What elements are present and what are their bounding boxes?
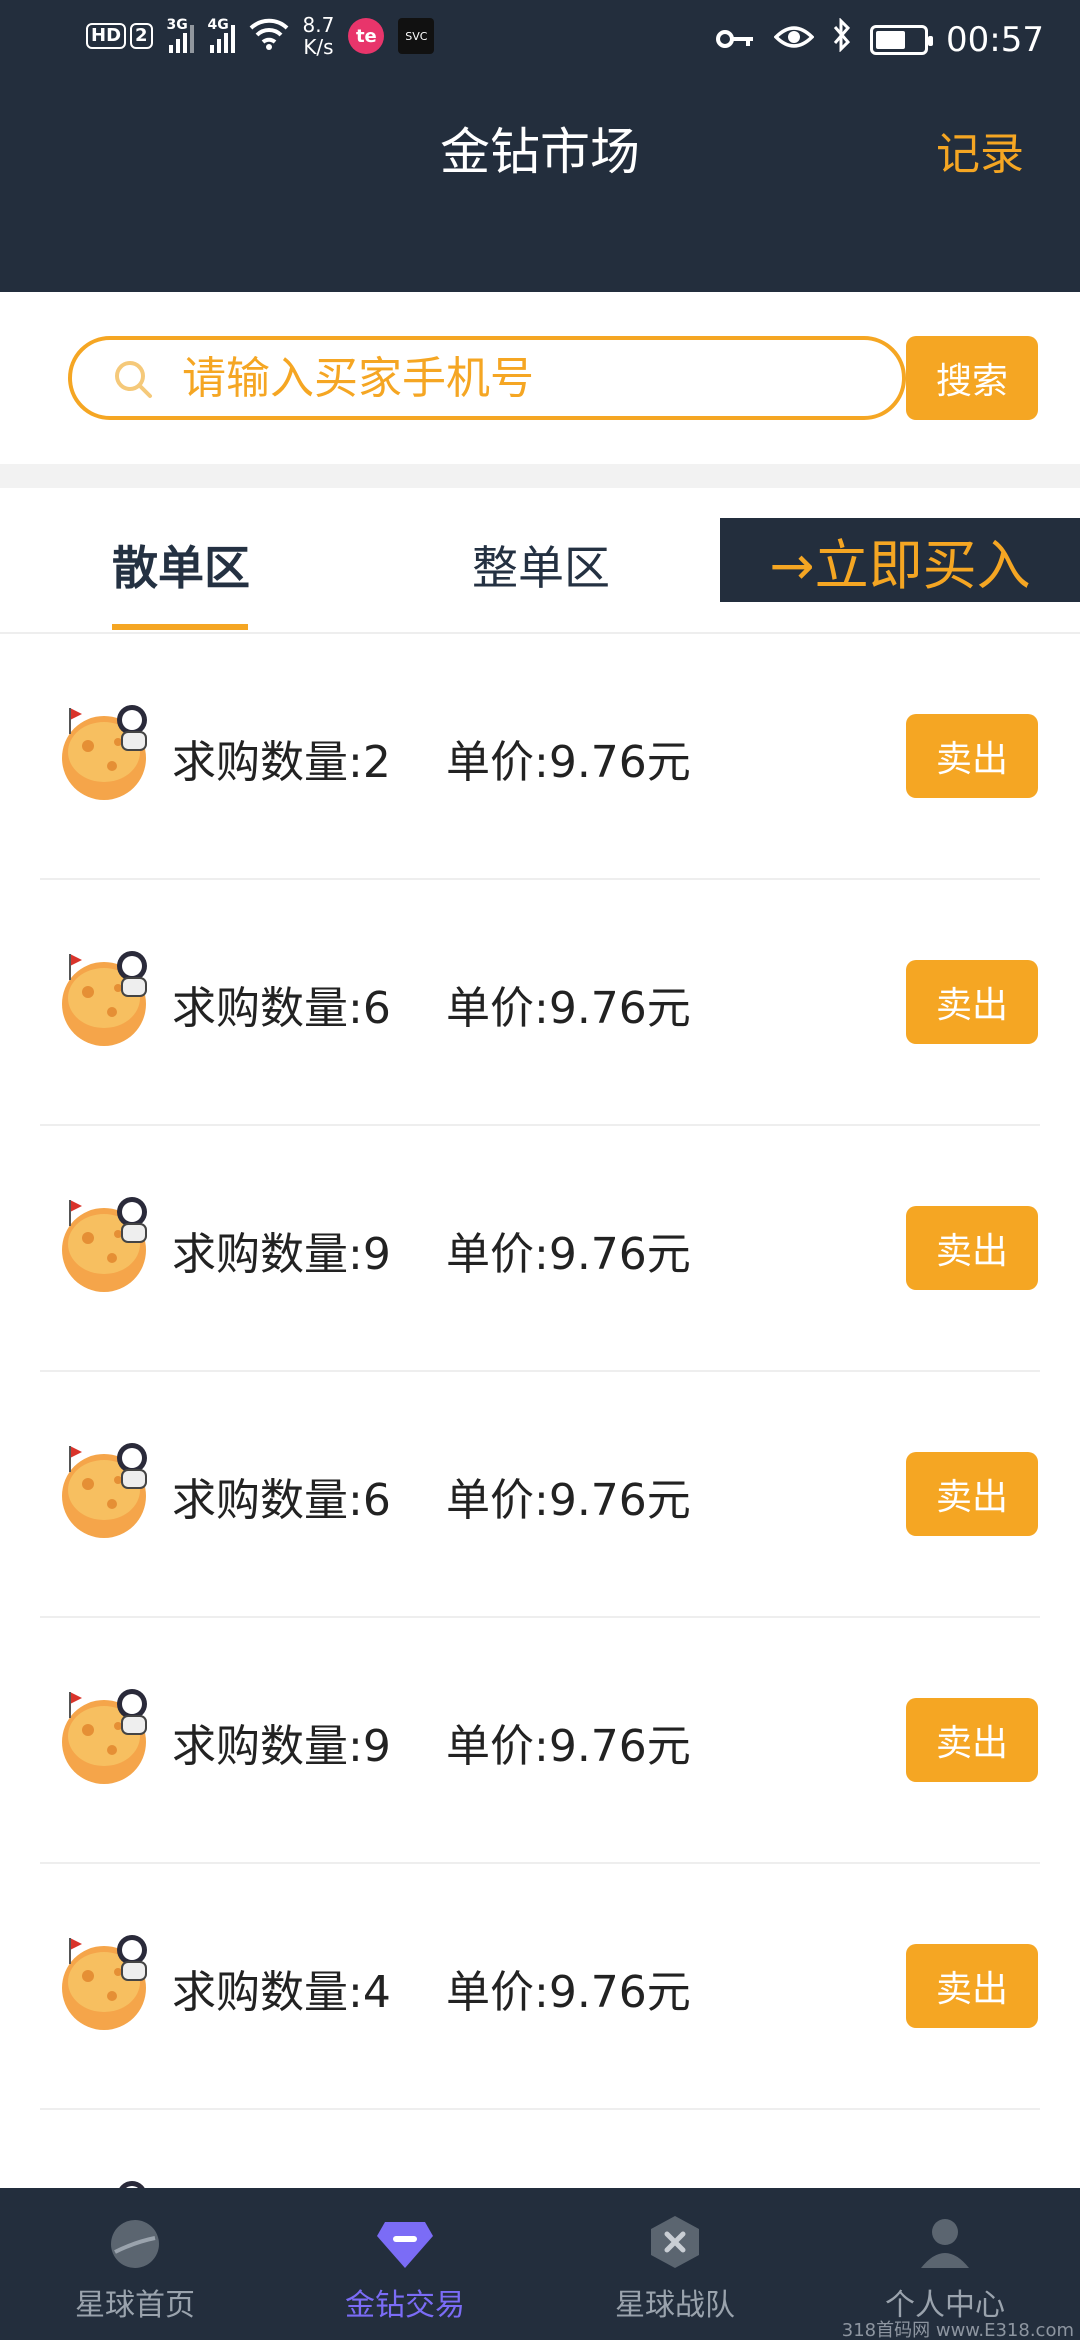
record-link[interactable]: 记录 <box>936 118 1024 182</box>
astronaut-moon-icon <box>54 694 164 804</box>
status-bar: HD 2 3G 4G 8.7 K/s te SVC 00:57 <box>0 0 1080 80</box>
section-gap <box>0 464 1080 488</box>
sim-badge: 2 <box>130 23 153 49</box>
market-page: HD 2 3G 4G 8.7 K/s te SVC 00:57 金钻市场 记录 … <box>0 0 1080 2340</box>
sell-button[interactable]: 卖出 <box>906 1944 1038 2028</box>
buy-now-button[interactable]: →立即买入 <box>720 518 1080 602</box>
astronaut-moon-icon <box>54 940 164 1050</box>
svc-app-icon: SVC <box>398 18 435 54</box>
key-icon <box>716 20 756 60</box>
nav-diamond-trade[interactable]: 金钻交易 <box>270 2188 540 2340</box>
astronaut-moon-icon <box>54 2170 164 2188</box>
unit-price: 单价:9.76元 <box>446 1229 691 1280</box>
watermark: 318首码网 www.E318.com <box>841 2320 1074 2340</box>
buy-quantity: 求购数量:9 <box>172 1721 391 1772</box>
nav-planet-team[interactable]: 星球战队 <box>540 2188 810 2340</box>
status-left: HD 2 3G 4G 8.7 K/s te SVC <box>86 14 435 58</box>
signal-4g-icon: 4G <box>207 17 235 53</box>
sell-button[interactable]: 卖出 <box>906 1698 1038 1782</box>
nav-planet-home[interactable]: 星球首页 <box>0 2188 270 2340</box>
buy-quantity: 求购数量:4 <box>172 1967 391 2018</box>
astronaut-moon-icon <box>54 1186 164 1296</box>
order-row: 求购数量:6 单价:9.76元 卖出 <box>0 880 1080 1126</box>
nav-label: 金钻交易 <box>345 2288 465 2323</box>
buy-quantity: 求购数量:6 <box>172 1475 391 1526</box>
tab-bulk-orders[interactable]: 整单区 <box>472 532 610 598</box>
bottom-nav: 星球首页 金钻交易 星球战队 个人中心 318首码网 www.E318.com <box>0 2188 1080 2340</box>
sell-button[interactable]: 卖出 <box>906 1452 1038 1536</box>
net-speed-value: 8.7 <box>302 13 335 37</box>
status-right: 00:57 <box>716 17 1044 61</box>
signal-3g-label: 3G <box>166 17 188 33</box>
buy-quantity: 求购数量:9 <box>172 1229 391 1280</box>
search-bar: 搜索 <box>0 292 1080 464</box>
hd-badge: HD <box>86 23 127 49</box>
astronaut-moon-icon <box>54 1924 164 2034</box>
te-app-icon: te <box>348 18 385 54</box>
net-speed-unit: K/s <box>303 35 334 59</box>
unit-price: 单价:9.76元 <box>446 1475 691 1526</box>
net-speed: 8.7 K/s <box>303 14 335 58</box>
battery-icon <box>870 24 934 55</box>
search-icon <box>112 358 154 400</box>
eye-icon <box>773 20 815 60</box>
unit-price: 单价:9.76元 <box>446 983 691 1034</box>
tab-retail-orders[interactable]: 散单区 <box>112 532 250 598</box>
wifi-icon <box>249 16 289 56</box>
sell-button[interactable]: 卖出 <box>906 1206 1038 1290</box>
user-icon <box>915 2212 975 2272</box>
bluetooth-icon <box>832 17 852 61</box>
nav-label: 星球首页 <box>75 2288 195 2323</box>
page-title: 金钻市场 <box>440 123 640 181</box>
tab-bar: 散单区 整单区 →立即买入 <box>0 488 1080 634</box>
order-row: 求购数量:2 单价:9.76元 卖出 <box>0 634 1080 880</box>
order-list: 求购数量:2 单价:9.76元 卖出 求购数量:6 单价:9.76元 卖出 求购… <box>0 634 1080 2110</box>
sell-button[interactable]: 卖出 <box>906 714 1038 798</box>
clock: 00:57 <box>946 19 1044 60</box>
order-row: 求购数量:4 单价:9.76元 卖出 <box>0 1864 1080 2110</box>
search-button[interactable]: 搜索 <box>906 336 1038 420</box>
team-icon <box>645 2212 705 2272</box>
diamond-icon <box>375 2212 435 2272</box>
search-box[interactable] <box>68 336 906 420</box>
sell-button[interactable]: 卖出 <box>906 960 1038 1044</box>
unit-price: 单价:9.76元 <box>446 1721 691 1772</box>
order-row: 求购数量:9 单价:9.76元 卖出 <box>0 1618 1080 1864</box>
header: HD 2 3G 4G 8.7 K/s te SVC 00:57 金钻市场 记录 <box>0 0 1080 292</box>
buy-quantity: 求购数量:2 <box>172 737 391 788</box>
order-row: 求购数量:6 单价:9.76元 卖出 <box>0 1372 1080 1618</box>
nav-label: 星球战队 <box>615 2288 735 2323</box>
battery-level <box>876 30 905 49</box>
unit-price: 单价:9.76元 <box>446 737 691 788</box>
astronaut-moon-icon <box>54 1432 164 1542</box>
astronaut-moon-icon <box>54 1678 164 1788</box>
order-row: 求购数量:9 单价:9.76元 卖出 <box>0 1126 1080 1372</box>
buyer-phone-input[interactable] <box>182 350 882 406</box>
buy-quantity: 求购数量:6 <box>172 983 391 1034</box>
unit-price: 单价:9.76元 <box>446 1967 691 2018</box>
signal-3g-icon: 3G <box>166 17 194 53</box>
planet-icon <box>105 2212 165 2272</box>
signal-4g-label: 4G <box>207 17 229 33</box>
active-tab-indicator <box>112 624 248 630</box>
list-item-partial <box>0 2110 1080 2188</box>
